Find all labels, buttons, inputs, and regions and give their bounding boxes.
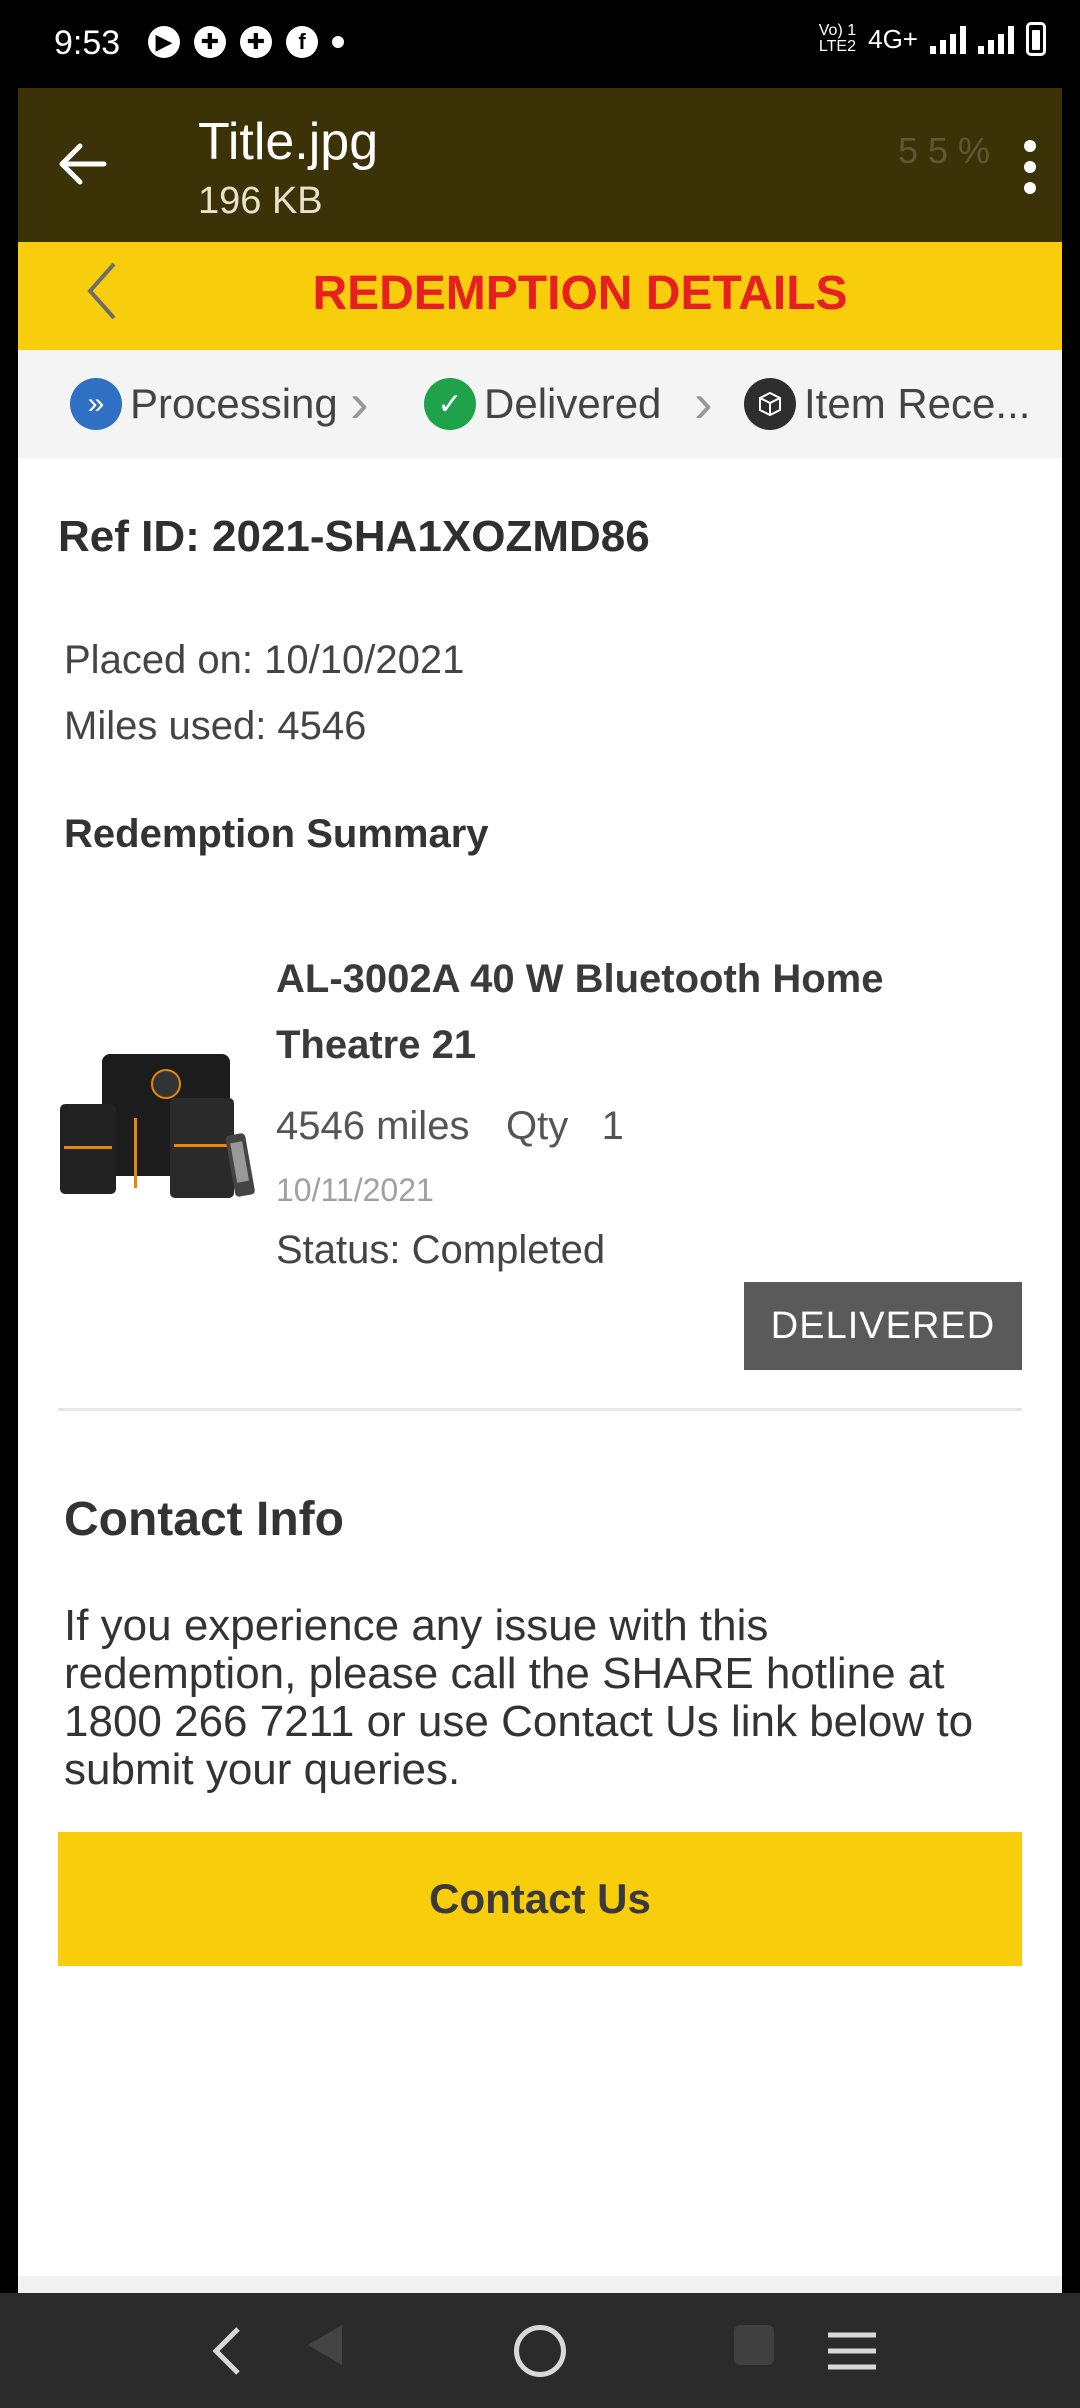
play-icon: ▶ — [148, 26, 180, 58]
status-bar: 9:53 ▶ ✚ ✚ f Vo) 1 LTE2 4G+ — [0, 0, 1080, 88]
home-icon[interactable] — [514, 2325, 566, 2377]
file-title: Title.jpg — [198, 113, 379, 171]
more-options-icon[interactable] — [1022, 140, 1038, 194]
placed-on: Placed on: 10/10/2021 — [64, 638, 465, 682]
step-label: Processing — [130, 380, 338, 427]
product-name: AL-3002A 40 W Bluetooth Home Theatre 21 — [276, 957, 884, 1067]
battery-icon — [1026, 22, 1046, 56]
menu-icon[interactable] — [826, 2331, 878, 2376]
viewer-bottom-edge — [18, 2276, 1062, 2293]
image-viewer: 55% Title.jpg 196 KB REDEMPTION DETAILS … — [18, 88, 1062, 2293]
product-image — [58, 1032, 268, 1222]
ghost-recents-icon — [734, 2325, 774, 2365]
product-date: 10/11/2021 — [276, 1172, 434, 1208]
game-controller-icon: ✚ — [194, 26, 226, 58]
box-icon — [744, 378, 796, 430]
miles-used: Miles used: 4546 — [64, 704, 367, 748]
step-processing: » Processing — [70, 378, 338, 430]
product-status: Status: Completed — [276, 1228, 606, 1272]
file-size: 196 KB — [198, 180, 323, 222]
step-label: Item Rece... — [804, 380, 1031, 427]
viewer-toolbar: 55% Title.jpg 196 KB — [18, 88, 1062, 242]
redemption-header: REDEMPTION DETAILS — [18, 242, 1062, 350]
volte-label: Vo) 1 — [818, 22, 857, 39]
signal-icon — [930, 24, 966, 54]
chevron-right-icon: › — [694, 371, 713, 434]
chevron-right-icon: › — [350, 371, 369, 434]
order-tracker: » Processing › ✓ Delivered › Item Rece..… — [18, 350, 1062, 458]
contact-text: If you experience any issue with this re… — [64, 1601, 974, 1794]
contact-us-button[interactable]: Contact Us — [58, 1832, 1022, 1966]
product-quantity: Qty 1 — [506, 1104, 624, 1148]
volte-indicator: Vo) 1 LTE2 — [819, 23, 856, 55]
status-time: 9:53 — [54, 24, 121, 62]
contact-title: Contact Info — [64, 1493, 344, 1546]
back-icon[interactable] — [206, 2323, 246, 2384]
notification-icons: ▶ ✚ ✚ f — [148, 26, 344, 58]
back-arrow-icon[interactable] — [54, 136, 110, 192]
lte-label: LTE2 — [818, 38, 856, 55]
ghost-status-overlay: 55% — [898, 130, 1001, 171]
summary-title: Redemption Summary — [64, 812, 489, 856]
more-notifications-dot — [332, 36, 344, 48]
signal-icon — [978, 24, 1014, 54]
navigation-bar — [0, 2293, 1080, 2408]
step-delivered: ✓ Delivered — [424, 378, 661, 430]
page-title: REDEMPTION DETAILS — [312, 267, 848, 320]
facebook-icon: f — [286, 26, 318, 58]
divider — [58, 1408, 1022, 1411]
status-badge: DELIVERED — [744, 1282, 1022, 1370]
check-icon: ✓ — [424, 378, 476, 430]
product-miles: 4546 miles — [276, 1104, 470, 1148]
system-status: Vo) 1 LTE2 4G+ — [819, 22, 1046, 56]
ghost-back-icon — [308, 2325, 342, 2365]
double-chevron-icon: » — [70, 378, 122, 430]
step-label: Delivered — [484, 380, 662, 427]
step-item-received: Item Rece... — [744, 378, 1030, 430]
network-type: 4G+ — [868, 23, 918, 54]
ref-id: Ref ID: 2021-SHA1XOZMD86 — [58, 512, 650, 561]
game-controller-icon: ✚ — [240, 26, 272, 58]
